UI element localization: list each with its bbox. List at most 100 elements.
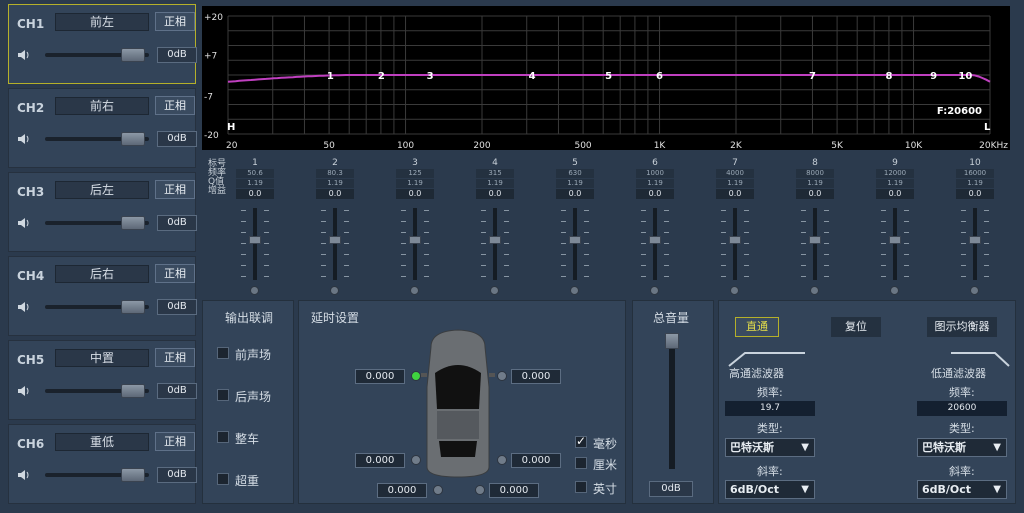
channel-name[interactable]: 重低: [55, 433, 149, 451]
channel-name[interactable]: 前右: [55, 97, 149, 115]
band-marker[interactable]: 2: [378, 71, 385, 82]
band-freq[interactable]: 4000: [716, 169, 754, 178]
band-reset-button[interactable]: [810, 286, 819, 295]
band-gain-knob[interactable]: [569, 236, 581, 244]
band-reset-button[interactable]: [570, 286, 579, 295]
hpf-type-select[interactable]: 巴特沃斯 ▼: [725, 438, 815, 457]
band-freq[interactable]: 8000: [796, 169, 834, 178]
band-marker[interactable]: 5: [605, 71, 612, 82]
band-freq[interactable]: 125: [396, 169, 434, 178]
delay-rear-right[interactable]: 0.000: [511, 453, 561, 468]
lpf-type-select[interactable]: 巴特沃斯 ▼: [917, 438, 1007, 457]
channel-volume-knob[interactable]: [121, 468, 145, 482]
band-gain[interactable]: 0.0: [476, 189, 514, 199]
phase-button[interactable]: 正相: [155, 432, 195, 451]
channel-db-value[interactable]: 0dB: [157, 215, 197, 231]
band-gain[interactable]: 0.0: [396, 189, 434, 199]
channel-db-value[interactable]: 0dB: [157, 383, 197, 399]
channel-strip-4[interactable]: CH4 后右 正相 0dB: [8, 256, 197, 336]
band-marker[interactable]: 8: [885, 71, 892, 82]
speaker-icon[interactable]: [17, 49, 31, 61]
eq-curve-plot[interactable]: +20 +7 -7 -20 20 50 100 200 500 1K 2K 5K 10K 20KHz 1 2 3…: [202, 6, 1010, 151]
channel-db-value[interactable]: 0dB: [157, 47, 197, 63]
channel-volume-knob[interactable]: [121, 384, 145, 398]
link-front-checkbox[interactable]: [217, 347, 229, 359]
center-speaker-indicator[interactable]: [433, 485, 443, 495]
hpf-marker[interactable]: H: [227, 122, 235, 133]
channel-name[interactable]: 后右: [55, 265, 149, 283]
phase-button[interactable]: 正相: [155, 96, 195, 115]
master-volume-db[interactable]: 0dB: [649, 481, 693, 497]
hpf-slope-select[interactable]: 6dB/Oct ▼: [725, 480, 815, 499]
band-gain-knob[interactable]: [969, 236, 981, 244]
band-marker[interactable]: 4: [529, 71, 536, 82]
band-gain-slider[interactable]: [253, 208, 257, 280]
speaker-icon[interactable]: [17, 301, 31, 313]
band-gain-slider[interactable]: [733, 208, 737, 280]
band-freq[interactable]: 50.6: [236, 169, 274, 178]
graphic-eq-button[interactable]: 图示均衡器: [927, 317, 997, 337]
channel-volume-knob[interactable]: [121, 48, 145, 62]
band-freq[interactable]: 630: [556, 169, 594, 178]
eq-graph[interactable]: +20 +7 -7 -20 20 50 100 200 500 1K 2K 5K 10K 20KHz 1 2 3…: [202, 6, 1010, 151]
channel-volume-knob[interactable]: [121, 300, 145, 314]
band-gain-slider[interactable]: [413, 208, 417, 280]
channel-volume-knob[interactable]: [121, 216, 145, 230]
master-volume-knob[interactable]: [665, 333, 679, 349]
unit-inch-checkbox[interactable]: [575, 481, 587, 493]
band-reset-button[interactable]: [650, 286, 659, 295]
band-q[interactable]: 1.19: [796, 179, 834, 188]
band-gain[interactable]: 0.0: [556, 189, 594, 199]
channel-strip-3[interactable]: CH3 后左 正相 0dB: [8, 172, 197, 252]
band-freq[interactable]: 1000: [636, 169, 674, 178]
channel-db-value[interactable]: 0dB: [157, 467, 197, 483]
band-marker[interactable]: 7: [809, 71, 816, 82]
band-gain-knob[interactable]: [489, 236, 501, 244]
band-reset-button[interactable]: [890, 286, 899, 295]
rear-left-speaker-indicator[interactable]: [411, 455, 421, 465]
band-gain[interactable]: 0.0: [876, 189, 914, 199]
band-gain-knob[interactable]: [329, 236, 341, 244]
lpf-slope-select[interactable]: 6dB/Oct ▼: [917, 480, 1007, 499]
band-gain-knob[interactable]: [889, 236, 901, 244]
band-gain-slider[interactable]: [893, 208, 897, 280]
delay-center[interactable]: 0.000: [377, 483, 427, 498]
band-q[interactable]: 1.19: [636, 179, 674, 188]
band-freq[interactable]: 12000: [876, 169, 914, 178]
link-sub-checkbox[interactable]: [217, 473, 229, 485]
link-whole-checkbox[interactable]: [217, 431, 229, 443]
band-q[interactable]: 1.19: [876, 179, 914, 188]
channel-name[interactable]: 前左: [55, 13, 149, 31]
band-gain-slider[interactable]: [653, 208, 657, 280]
lpf-freq-value[interactable]: 20600: [917, 401, 1007, 416]
band-gain-knob[interactable]: [409, 236, 421, 244]
channel-name[interactable]: 后左: [55, 181, 149, 199]
band-freq[interactable]: 315: [476, 169, 514, 178]
speaker-icon[interactable]: [17, 217, 31, 229]
band-marker[interactable]: 6: [656, 71, 663, 82]
band-reset-button[interactable]: [250, 286, 259, 295]
phase-button[interactable]: 正相: [155, 264, 195, 283]
band-gain[interactable]: 0.0: [796, 189, 834, 199]
band-gain-slider[interactable]: [333, 208, 337, 280]
band-gain[interactable]: 0.0: [716, 189, 754, 199]
phase-button[interactable]: 正相: [155, 180, 195, 199]
band-marker[interactable]: 3: [427, 71, 434, 82]
front-right-speaker-indicator[interactable]: [497, 371, 507, 381]
band-gain[interactable]: 0.0: [316, 189, 354, 199]
band-gain[interactable]: 0.0: [636, 189, 674, 199]
channel-volume-knob[interactable]: [121, 132, 145, 146]
channel-strip-2[interactable]: CH2 前右 正相 0dB: [8, 88, 197, 168]
rear-right-speaker-indicator[interactable]: [497, 455, 507, 465]
band-freq[interactable]: 16000: [956, 169, 994, 178]
band-reset-button[interactable]: [410, 286, 419, 295]
channel-strip-1[interactable]: CH1 前左 正相 0dB: [8, 4, 197, 84]
band-reset-button[interactable]: [970, 286, 979, 295]
band-gain[interactable]: 0.0: [956, 189, 994, 199]
band-q[interactable]: 1.19: [476, 179, 514, 188]
band-reset-button[interactable]: [730, 286, 739, 295]
unit-cm-checkbox[interactable]: [575, 457, 587, 469]
channel-strip-5[interactable]: CH5 中置 正相 0dB: [8, 340, 197, 420]
band-reset-button[interactable]: [330, 286, 339, 295]
band-q[interactable]: 1.19: [236, 179, 274, 188]
